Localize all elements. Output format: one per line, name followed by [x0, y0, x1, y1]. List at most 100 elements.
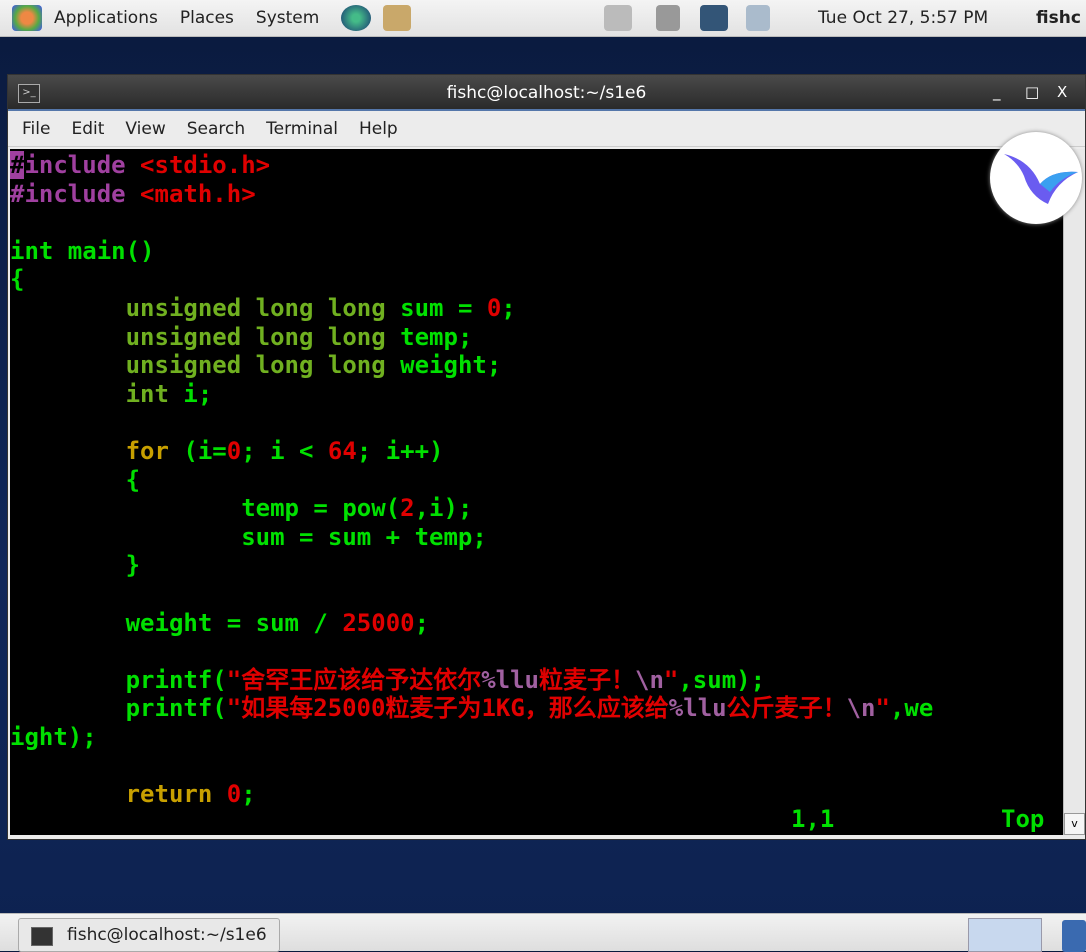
code-line: weight = sum / 25000; [10, 609, 429, 637]
terminal-window: >_ fishc@localhost:~/s1e6 _ □ X File Edi… [7, 74, 1086, 840]
cursor-position: 1,1 [791, 805, 835, 833]
code-token: " [875, 694, 890, 723]
code-token: 64 [327, 437, 357, 465]
code-line: #include <math.h> [10, 180, 256, 208]
code-line: printf("如果每25000粒麦子为1KG，那么应该给%llu公斤麦子！\n… [10, 694, 934, 723]
terminal-icon [31, 927, 53, 946]
menu-applications[interactable]: Applications [54, 8, 158, 28]
title-bar[interactable]: >_ fishc@localhost:~/s1e6 _ □ X [8, 75, 1085, 111]
code-token: for [125, 437, 169, 465]
code-token: \n [846, 694, 876, 723]
code-token: "如果每25000粒麦子为1KG，那么应该给 [226, 694, 669, 723]
workspace-switcher[interactable] [968, 918, 1042, 952]
window-title: fishc@localhost:~/s1e6 [446, 83, 647, 103]
code-token: 25000 [342, 608, 415, 637]
code-token: weight = sum / [10, 608, 343, 637]
code-line: #include <stdio.h> [10, 151, 270, 179]
code-token: ; [501, 294, 516, 322]
code-token: include [24, 151, 141, 179]
code-token: ight); [10, 723, 97, 751]
gnome-foot-icon[interactable] [12, 5, 42, 31]
menu-view[interactable]: View [125, 119, 165, 139]
clock[interactable]: Tue Oct 27, 5:57 PM [818, 8, 988, 28]
code-token: ; [414, 608, 430, 637]
code-token: printf( [10, 665, 227, 694]
code-line: for (i=0; i < 64; i++) [10, 437, 444, 465]
code-line: unsigned long long sum = 0; [10, 294, 516, 322]
code-token: ; i++) [356, 437, 444, 465]
mail-icon[interactable] [383, 5, 412, 31]
code-token: int main() [10, 236, 155, 265]
code-token: 粒麦子！ [539, 665, 635, 694]
code-token: <stdio.h> [140, 151, 271, 179]
bottom-panel: fishc@localhost:~/s1e6 [0, 913, 1086, 952]
close-button[interactable]: X [1057, 83, 1067, 101]
network-disconnected-icon[interactable] [700, 5, 728, 31]
code-token: 0 [486, 294, 502, 322]
code-token: ; i < [241, 437, 328, 465]
code-token: 0 [226, 437, 242, 465]
code-token: "舍罕王应该给予达依尔 [226, 665, 482, 694]
code-token: #include [10, 179, 141, 208]
menu-terminal[interactable]: Terminal [266, 119, 338, 139]
code-token: unsigned long long [125, 351, 401, 380]
scroll-down-button[interactable]: v [1064, 813, 1085, 835]
menu-help[interactable]: Help [359, 119, 398, 139]
battery-power-icon[interactable] [746, 5, 770, 31]
menu-file[interactable]: File [22, 119, 50, 139]
user-menu[interactable]: fishc [1036, 8, 1081, 28]
code-line: { [10, 466, 140, 494]
code-line: unsigned long long temp; [10, 322, 473, 351]
menu-search[interactable]: Search [187, 119, 245, 139]
bird-logo [990, 132, 1082, 224]
taskbar-item-terminal[interactable]: fishc@localhost:~/s1e6 [18, 918, 280, 952]
code-line: sum = sum + temp; [10, 523, 487, 551]
code-token: unsigned long long [125, 322, 401, 351]
code-line: return 0; [10, 780, 256, 808]
code-token: ,we [889, 694, 934, 723]
code-token: } [10, 551, 141, 580]
code-token: ,i); [414, 494, 473, 523]
network-icon [604, 5, 632, 31]
menu-edit[interactable]: Edit [71, 119, 104, 139]
code-token: (i= [168, 437, 227, 465]
terminal-content[interactable]: 1,1 Top #include <stdio.h> #include <math… [10, 149, 1063, 835]
code-token: 2 [400, 494, 415, 523]
code-token: " [663, 665, 679, 694]
code-token: printf( [10, 694, 227, 723]
code-token: ,sum); [678, 665, 766, 694]
scrollbar[interactable]: v [1063, 149, 1085, 835]
code-token: weight; [400, 351, 502, 380]
code-token: ; [241, 780, 256, 809]
code-line: ight); [10, 723, 97, 751]
code-line: int main() [10, 237, 155, 265]
code-line: printf("舍罕王应该给予达依尔%llu粒麦子！\n",sum); [10, 666, 765, 694]
code-token: sum = sum + temp; [10, 522, 487, 551]
maximize-button[interactable]: □ [1025, 83, 1039, 101]
code-token: sum = [400, 294, 487, 322]
scroll-position: Top [1001, 805, 1045, 833]
code-token: temp; [400, 322, 473, 351]
code-token: int [125, 379, 184, 408]
code-token: %llu [481, 665, 539, 694]
web-browser-icon[interactable] [341, 5, 372, 31]
volume-icon[interactable] [656, 5, 680, 31]
code-token: { [10, 265, 25, 294]
trash-icon[interactable] [1062, 920, 1086, 952]
menu-places[interactable]: Places [180, 8, 234, 28]
minimize-button[interactable]: _ [993, 83, 1001, 101]
menu-system[interactable]: System [256, 8, 319, 28]
code-line: } [10, 551, 140, 579]
code-token: \n [635, 665, 664, 694]
code-line: unsigned long long weight; [10, 351, 502, 380]
taskbar-item-label: fishc@localhost:~/s1e6 [67, 925, 267, 945]
code-token: temp = pow( [10, 494, 401, 523]
bird-icon [1004, 154, 1078, 204]
code-token: i; [183, 379, 213, 408]
code-token: return [125, 780, 227, 809]
